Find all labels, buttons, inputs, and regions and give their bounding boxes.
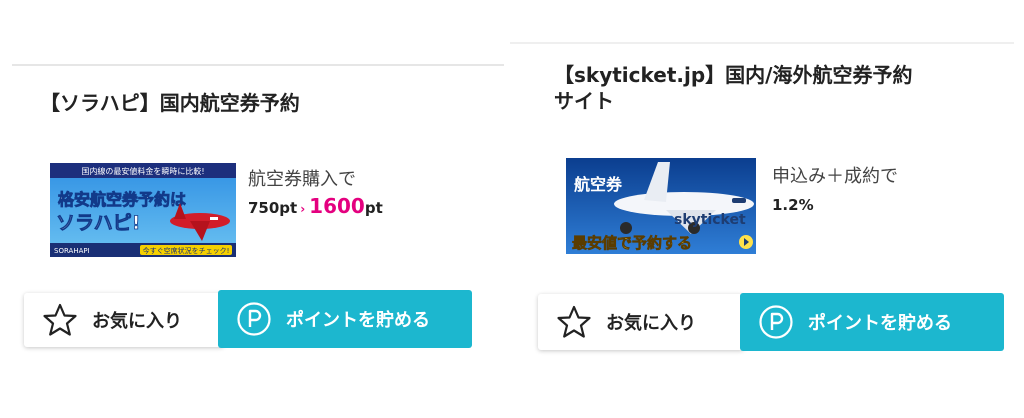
card-title[interactable]: 【skyticket.jp】国内/海外航空券予約 サイト: [554, 62, 912, 114]
banner-footer-text: 最安値で予約する: [572, 234, 692, 252]
skyticket-banner[interactable]: 航空券 skyticket 最安値で予約する: [566, 158, 756, 254]
reward-condition: 航空券購入で: [248, 169, 356, 190]
banner-footer-text: 今すぐ空席状況をチェック!: [143, 246, 230, 255]
save-points-button[interactable]: ポイントを貯める: [218, 290, 472, 348]
favorite-button[interactable]: お気に入り: [538, 294, 744, 350]
card-title[interactable]: 【ソラハピ】国内航空券予約: [40, 90, 300, 116]
banner-main-line2: ソラハピ!: [56, 212, 140, 234]
banner-brand: SORAHAPI: [54, 247, 90, 255]
reward-condition: 申込み＋成約で: [772, 166, 898, 187]
card-divider: [510, 42, 1014, 44]
campaign-card-skyticket: 【skyticket.jp】国内/海外航空券予約 サイト 航空券 skytick…: [510, 0, 1024, 418]
point-p-icon: [759, 305, 793, 339]
card-divider: [12, 64, 504, 66]
circle-arrow-icon: [739, 235, 753, 249]
favorite-button[interactable]: お気に入り: [24, 293, 224, 347]
banner-tag: 航空券: [574, 175, 623, 194]
reward-new: 1600: [309, 194, 365, 218]
star-icon: [43, 303, 77, 336]
card-title-line2: サイト: [554, 89, 614, 113]
banner-headline: 国内線の最安値料金を瞬時に比較!: [81, 166, 204, 176]
star-icon: [557, 305, 591, 338]
skyticket-banner-art: 航空券 skyticket 最安値で予約する: [566, 158, 756, 254]
reward-unit: pt: [364, 199, 383, 217]
sorahapi-banner[interactable]: 国内線の最安値料金を瞬時に比較! 格安航空券予約は ソラハピ! SORAHAPI…: [50, 163, 236, 257]
save-points-label: ポイントを貯める: [808, 313, 952, 334]
arrow-right-icon: ›: [300, 202, 306, 216]
reward-old: 750pt: [248, 199, 298, 217]
save-points-label: ポイントを貯める: [286, 310, 430, 331]
banner-brand: skyticket: [674, 212, 746, 228]
card-title-line1: 【skyticket.jp】国内/海外航空券予約: [554, 63, 913, 87]
campaign-card-sorahapi: 【ソラハピ】国内航空券予約 国内線の最安値料金を瞬時に比較! 格安航空券予約は …: [0, 0, 510, 418]
sorahapi-banner-art: 国内線の最安値料金を瞬時に比較! 格安航空券予約は ソラハピ! SORAHAPI…: [50, 163, 236, 257]
banner-main-line1: 格安航空券予約は: [58, 190, 186, 209]
reward-amount: 750pt › 1600pt: [248, 194, 383, 218]
reward-amount: 1.2%: [772, 196, 814, 214]
point-p-icon: [237, 302, 271, 336]
save-points-button[interactable]: ポイントを貯める: [740, 293, 1004, 351]
favorite-label: お気に入り: [606, 313, 696, 334]
favorite-label: お気に入り: [92, 311, 182, 332]
